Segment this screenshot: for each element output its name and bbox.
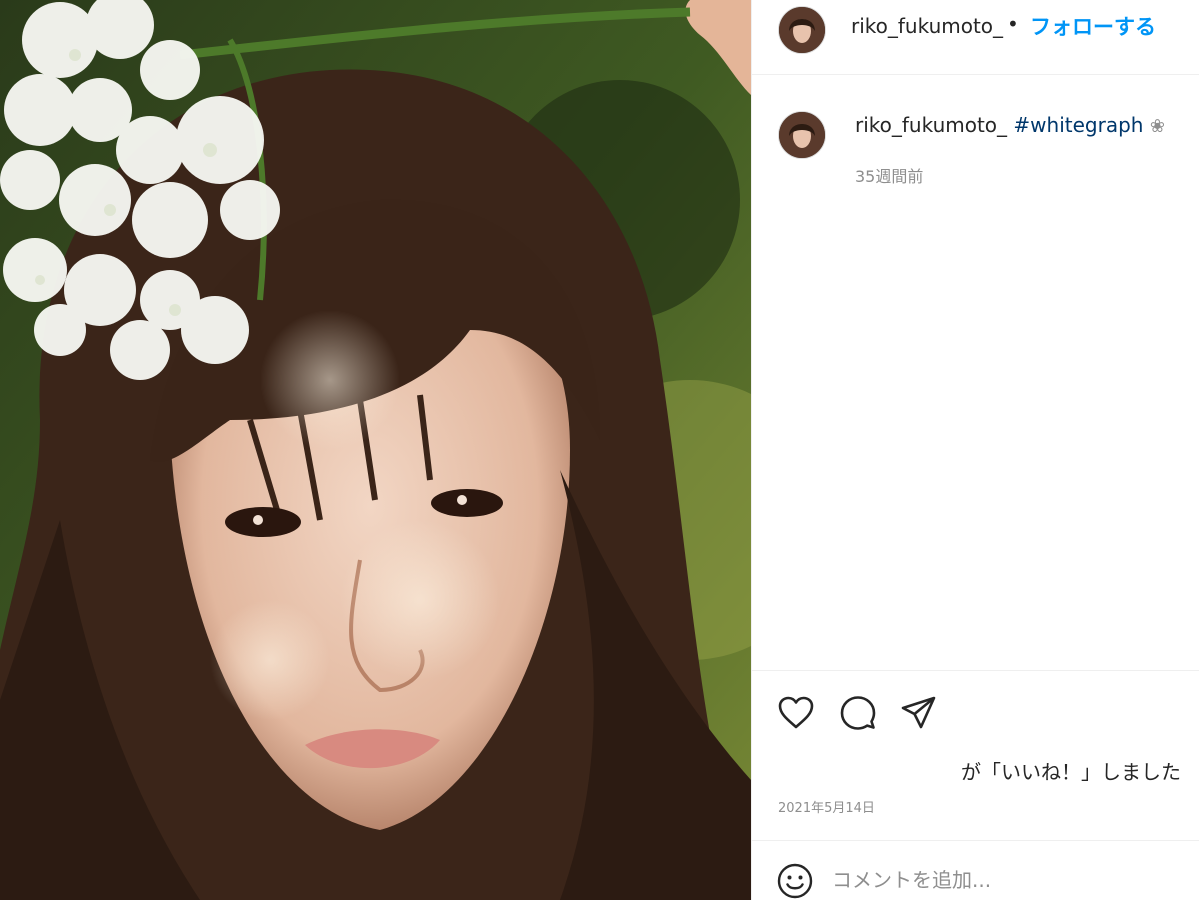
caption: riko_fukumoto_ #whitegraph ❀ (855, 113, 1165, 137)
share-icon (901, 696, 936, 729)
post-header: riko_fukumoto_ • フォローする (752, 0, 1199, 75)
comment-icon (840, 696, 876, 730)
divider (752, 670, 1199, 671)
comment-button[interactable] (838, 693, 878, 733)
avatar-image (779, 7, 825, 53)
heart-icon (778, 696, 814, 729)
comment-input[interactable] (832, 862, 1172, 898)
like-button[interactable] (776, 693, 816, 733)
caption-time-ago[interactable]: 35週間前 (855, 163, 923, 187)
post-side-panel: riko_fukumoto_ • フォローする riko_fukumoto_ #… (751, 0, 1199, 900)
divider (752, 840, 1199, 841)
header-separator: • (1007, 12, 1019, 36)
avatar-image (779, 112, 825, 158)
post-photo[interactable] (0, 0, 751, 900)
header-avatar[interactable] (778, 6, 826, 54)
header-username[interactable]: riko_fukumoto_ (851, 14, 1003, 38)
caption-username[interactable]: riko_fukumoto_ (855, 113, 1007, 137)
emoji-picker-button[interactable] (776, 862, 814, 900)
post-photo-art (0, 0, 751, 900)
smiley-icon (777, 863, 813, 899)
flower-emoji: ❀ (1149, 116, 1165, 137)
likes-summary[interactable]: が「いいね！」しました (961, 756, 1181, 785)
post-date[interactable]: 2021年5月14日 (778, 797, 875, 816)
follow-button[interactable]: フォローする (1030, 11, 1156, 41)
caption-avatar[interactable] (778, 111, 826, 159)
share-button[interactable] (899, 693, 939, 733)
caption-hashtag[interactable]: #whitegraph (1013, 113, 1143, 137)
